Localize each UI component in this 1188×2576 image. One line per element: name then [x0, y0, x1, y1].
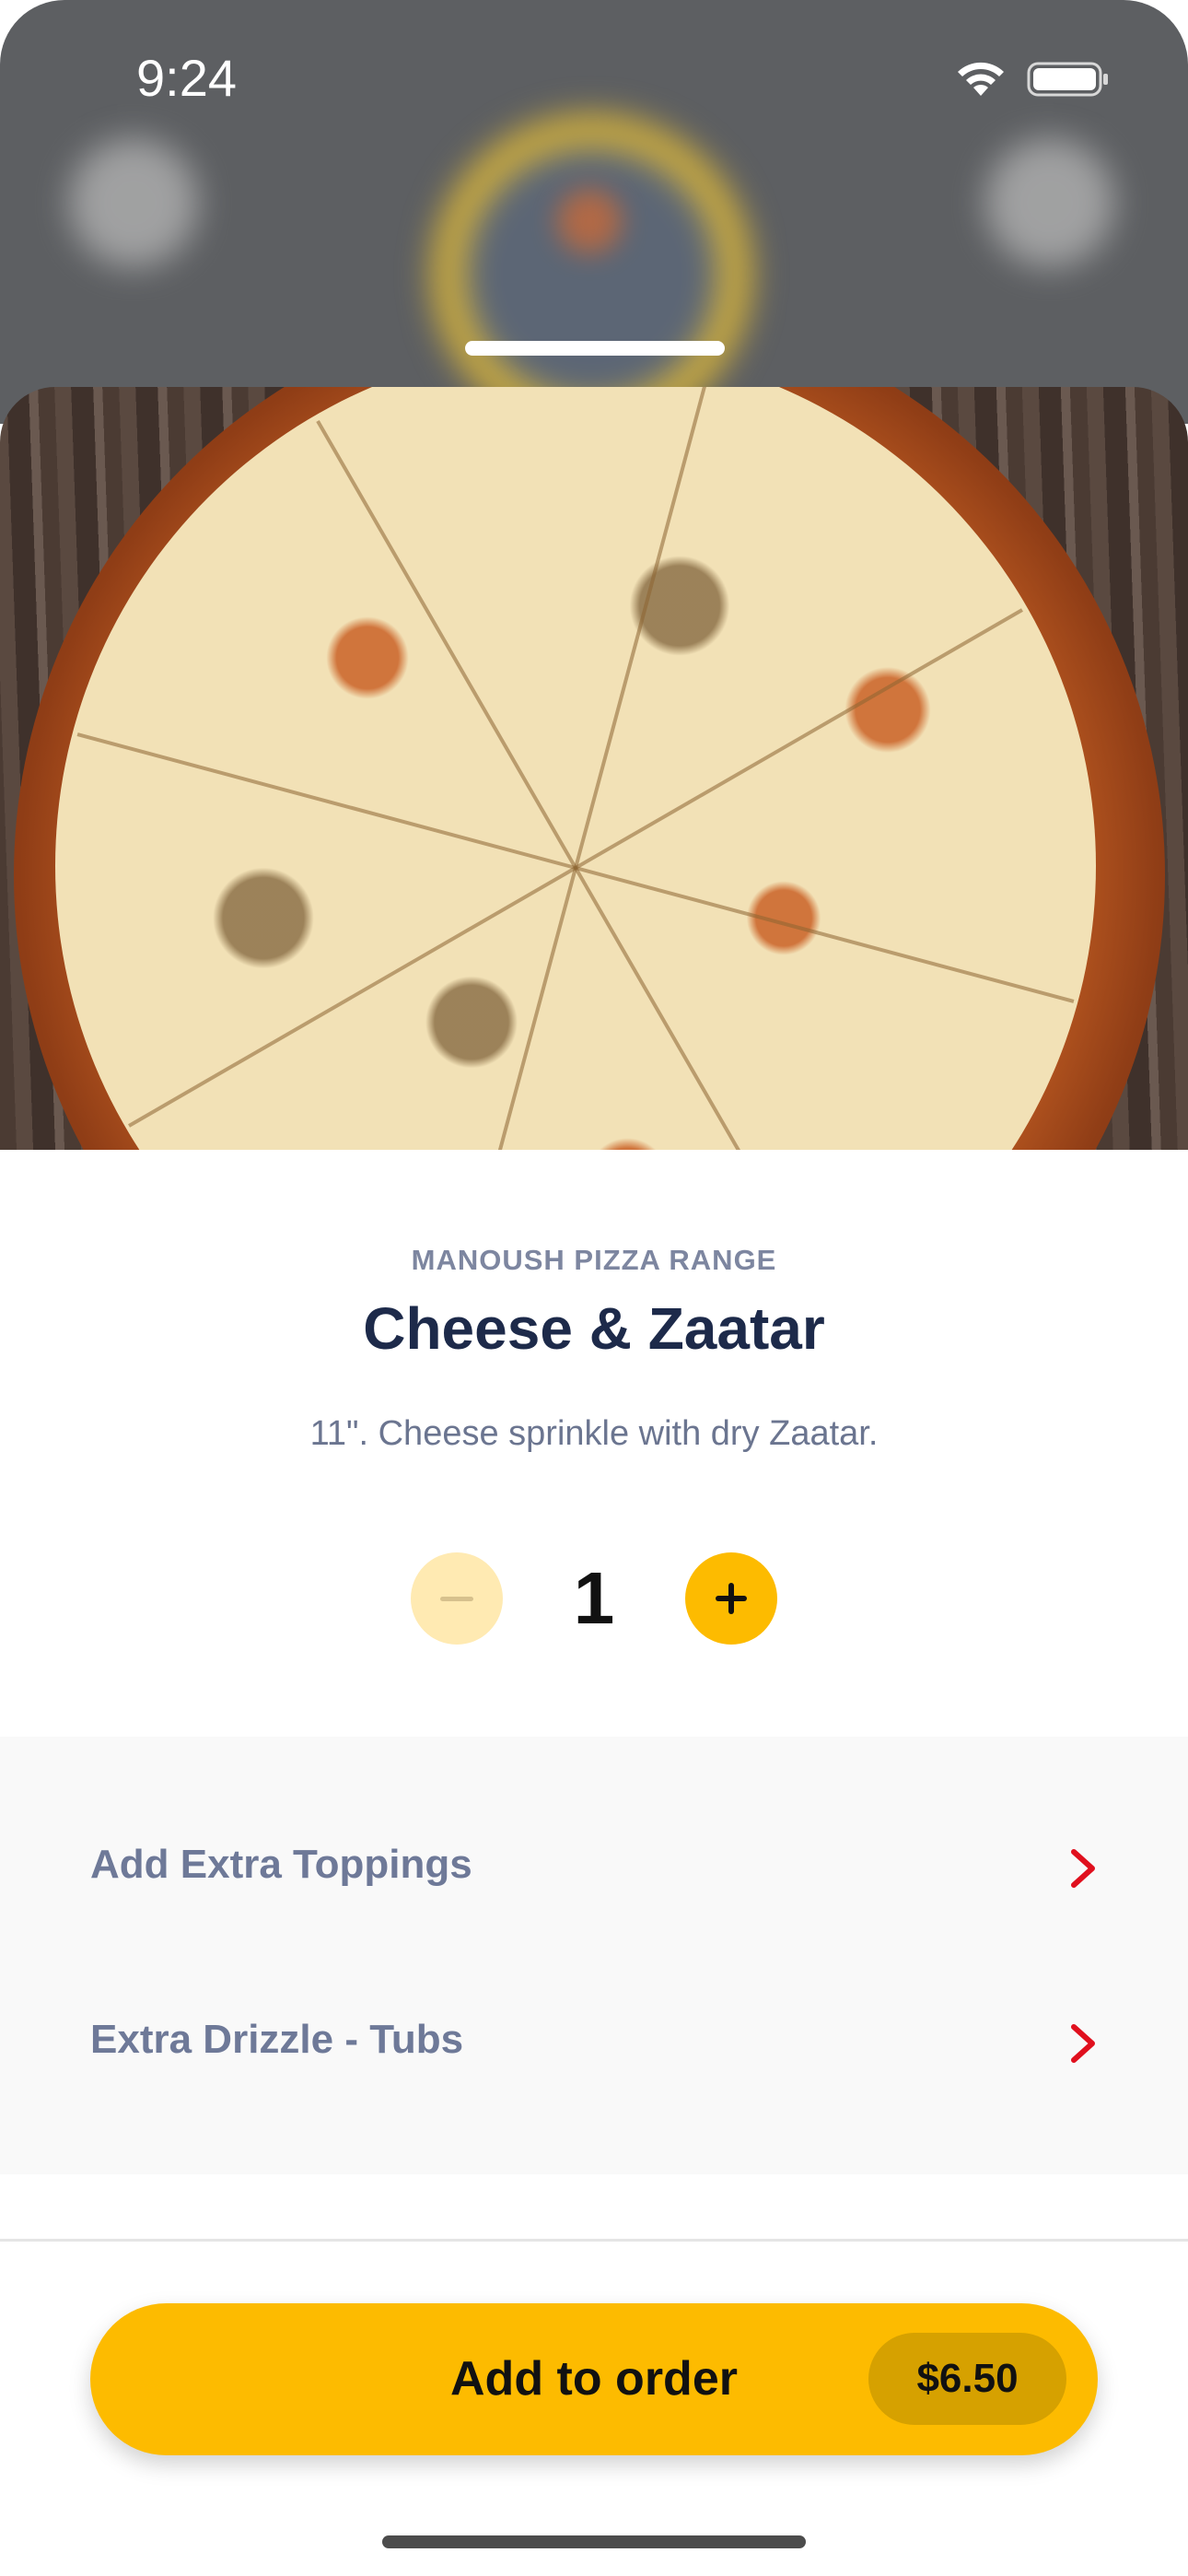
home-indicator	[382, 2535, 806, 2548]
decrease-quantity-button[interactable]	[411, 1552, 503, 1645]
option-label: Add Extra Toppings	[90, 1842, 472, 1887]
blurred-logo-detail	[557, 189, 622, 253]
price-badge: $6.50	[868, 2333, 1066, 2425]
product-category: MANOUSH PIZZA RANGE	[411, 1244, 777, 1276]
sheet-grabber[interactable]	[465, 341, 725, 356]
battery-icon	[1027, 62, 1108, 97]
blurred-logo	[433, 115, 751, 424]
add-to-order-button[interactable]: Add to order $6.50	[90, 2303, 1098, 2455]
quantity-value: 1	[573, 1557, 615, 1639]
chevron-right-icon	[1071, 2024, 1095, 2063]
option-extra-toppings[interactable]: Add Extra Toppings	[0, 1810, 1188, 1921]
option-extra-drizzle[interactable]: Extra Drizzle - Tubs	[0, 1985, 1188, 2096]
blurred-back-button	[69, 138, 198, 267]
minus-icon	[440, 1596, 473, 1601]
options-section: Add Extra Toppings Extra Drizzle - Tubs	[0, 1737, 1188, 2174]
status-time: 9:24	[136, 49, 237, 107]
plus-icon	[716, 1583, 747, 1614]
increase-quantity-button[interactable]	[685, 1552, 777, 1645]
product-image	[0, 387, 1188, 1150]
product-description: 11". Cheese sprinkle with dry Zaatar.	[309, 1414, 879, 1453]
chevron-right-icon	[1071, 1849, 1095, 1888]
blurred-search-button	[985, 138, 1114, 267]
product-title: Cheese & Zaatar	[363, 1295, 825, 1362]
wifi-icon	[958, 62, 1004, 96]
divider	[0, 2239, 1188, 2242]
option-label: Extra Drizzle - Tubs	[90, 2017, 464, 2062]
